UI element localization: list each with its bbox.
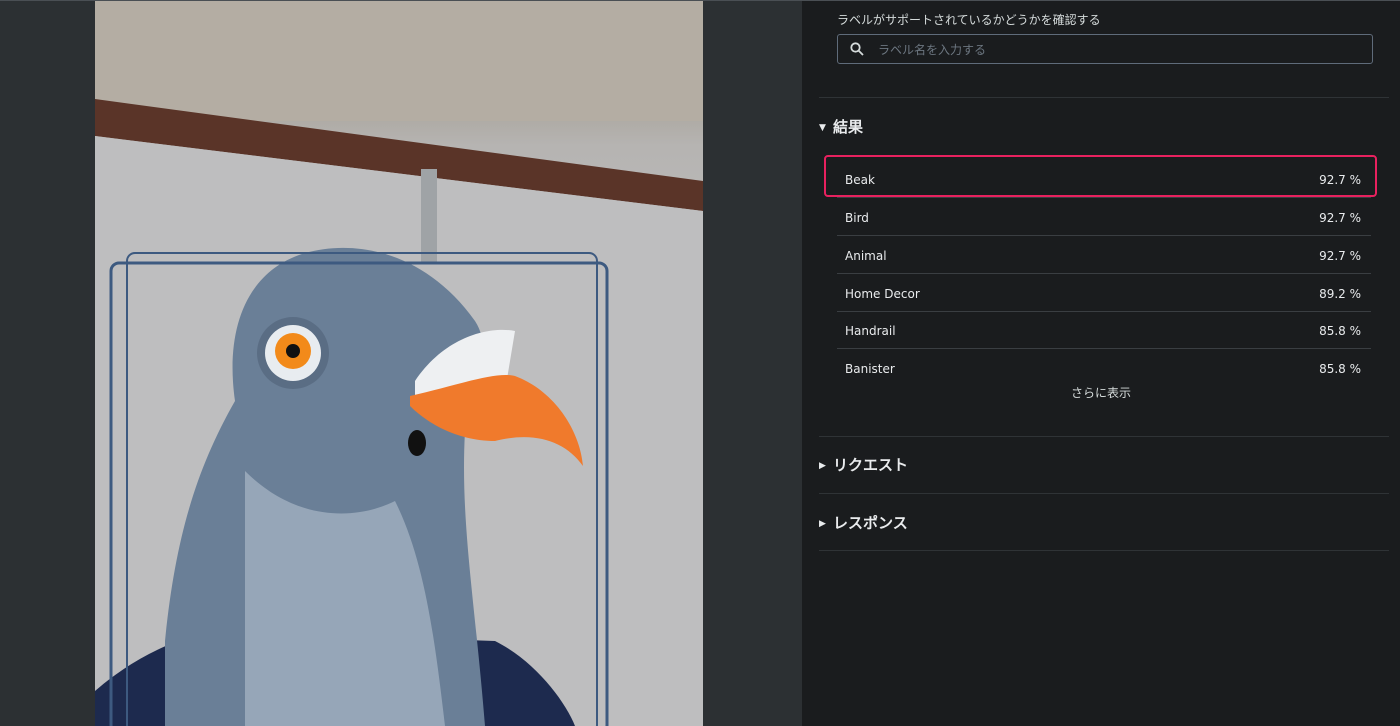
show-more-link[interactable]: さらに表示 xyxy=(802,384,1400,401)
response-section-toggle[interactable]: ▶ レスポンス xyxy=(819,512,908,533)
response-divider xyxy=(819,493,1389,494)
label-search-box[interactable] xyxy=(837,34,1373,64)
request-divider xyxy=(819,436,1389,437)
result-confidence: 85.8 % xyxy=(1319,324,1361,338)
result-label: Handrail xyxy=(845,324,896,338)
result-confidence: 89.2 % xyxy=(1319,287,1361,301)
image-viewer xyxy=(0,1,802,726)
result-label: Animal xyxy=(845,249,887,263)
search-icon xyxy=(850,42,864,56)
result-row: Bird 92.7 % xyxy=(837,199,1371,236)
result-row: Handrail 85.8 % xyxy=(837,312,1371,349)
results-section-toggle[interactable]: ▼ 結果 xyxy=(819,116,863,137)
result-row: Home Decor 89.2 % xyxy=(837,275,1371,312)
label-search-input[interactable] xyxy=(876,39,1360,61)
highlight-box xyxy=(824,155,1377,197)
caret-right-icon: ▶ xyxy=(819,461,826,471)
result-confidence: 85.8 % xyxy=(1319,362,1361,376)
caret-right-icon: ▶ xyxy=(819,519,826,529)
results-divider xyxy=(819,97,1389,98)
request-title: リクエスト xyxy=(833,456,909,474)
result-confidence: 92.7 % xyxy=(1319,249,1361,263)
results-title: 結果 xyxy=(833,118,864,136)
analyzed-image xyxy=(95,1,703,726)
result-confidence: 92.7 % xyxy=(1319,211,1361,225)
bottom-divider xyxy=(819,550,1389,551)
result-label: Home Decor xyxy=(845,287,920,301)
result-row: Banister 85.8 % xyxy=(837,350,1371,387)
caret-down-icon: ▼ xyxy=(819,123,826,133)
search-caption: ラベルがサポートされているかどうかを確認する xyxy=(837,13,1101,27)
response-title: レスポンス xyxy=(833,514,908,532)
result-label: Banister xyxy=(845,362,895,376)
result-label: Bird xyxy=(845,211,869,225)
result-row: Animal 92.7 % xyxy=(837,237,1371,274)
request-section-toggle[interactable]: ▶ リクエスト xyxy=(819,454,908,475)
labels-panel: ラベルがサポートされているかどうかを確認する ▼結果 Beak 92.7 % B… xyxy=(802,1,1400,726)
